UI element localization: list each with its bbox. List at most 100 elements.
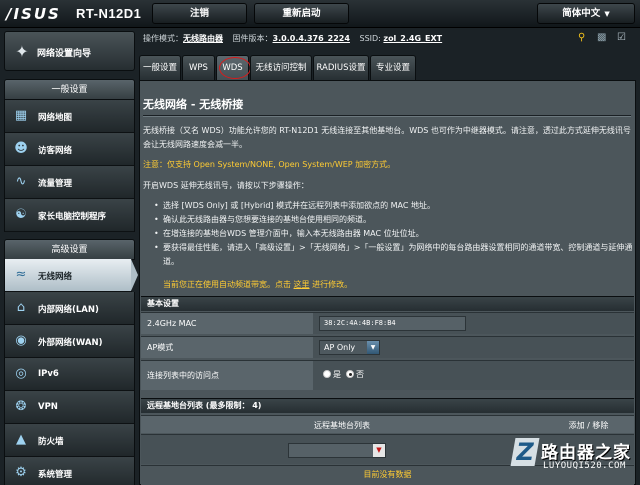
notice-link[interactable]: 这里 bbox=[294, 280, 310, 289]
operation-mode-link[interactable]: 无线路由器 bbox=[183, 34, 223, 43]
traffic-manager-icon: ∿ bbox=[15, 174, 27, 189]
sidebar-item-wan[interactable]: ◉ 外部网络(WAN) bbox=[4, 325, 135, 358]
chevron-down-icon: ▼ bbox=[604, 10, 610, 18]
operation-mode-label: 操作模式： bbox=[143, 34, 183, 43]
title-divider-highlight bbox=[143, 116, 631, 117]
general-group-title: 一般设置 bbox=[4, 79, 135, 100]
notice-prefix: 当前您正在使用自动频道带宽。点击 bbox=[163, 280, 291, 289]
lan-icon: ⌂ bbox=[16, 300, 26, 315]
parental-control-icon: ☯ bbox=[15, 207, 27, 222]
radio-dot-selected bbox=[346, 370, 354, 378]
reboot-button[interactable]: 重新启动 bbox=[254, 3, 349, 24]
sidebar-item-administration[interactable]: ⚙ 系统管理 bbox=[4, 457, 135, 485]
sidebar-item-label: 内部网络(LAN) bbox=[38, 305, 99, 315]
tab-radius[interactable]: RADIUS设置 bbox=[313, 55, 369, 80]
quick-setup-button[interactable]: ✦ 网络设置向导 bbox=[4, 31, 135, 71]
radio-dot bbox=[323, 370, 331, 378]
sidebar-item-label: 流量管理 bbox=[38, 179, 73, 189]
vpn-icon: ❂ bbox=[15, 399, 27, 414]
connect-list-label: 连接列表中的访问点 bbox=[141, 361, 313, 390]
steps-intro: 开启WDS 延伸无线讯号，请按以下步骤操作： bbox=[143, 181, 309, 190]
wan-icon: ◉ bbox=[15, 333, 27, 348]
status-bar: 操作模式：无线路由器 固件版本：3.0.0.4.376_2224 SSID: z… bbox=[143, 33, 633, 47]
ssid-link[interactable]: zol_2.4G_EXT bbox=[383, 34, 442, 43]
connect-no-label: 否 bbox=[356, 370, 364, 379]
mac-label: 2.4GHz MAC bbox=[141, 313, 313, 334]
sidebar-item-lan[interactable]: ⌂ 内部网络(LAN) bbox=[4, 292, 135, 325]
sidebar-item-label: IPv6 bbox=[38, 369, 59, 379]
active-indicator-arrow bbox=[131, 259, 138, 291]
ssid-label: SSID: bbox=[359, 34, 381, 43]
watermark-logo: Z bbox=[510, 438, 540, 466]
logout-button[interactable]: 注销 bbox=[152, 3, 247, 24]
administration-icon: ⚙ bbox=[15, 465, 27, 480]
list-item: 在增连接的基地台WDS 管理介面中，输入本无线路由器 MAC 位址位址。 bbox=[154, 227, 633, 241]
firewall-icon: ▲ bbox=[16, 432, 26, 447]
network-map-icon: ▦ bbox=[14, 108, 28, 123]
column-remote-list: 远程基地台列表 bbox=[314, 421, 370, 430]
sidebar-item-vpn[interactable]: ❂ VPN bbox=[4, 391, 135, 424]
basic-settings-header: 基本设置 bbox=[141, 296, 634, 311]
wand-icon: ✦ bbox=[15, 42, 29, 61]
list-item: 要获得最佳性能，请进入「高级设置」>「无线网络」>「一般设置」为网络中的每台路由… bbox=[154, 241, 633, 269]
sidebar-item-traffic-manager[interactable]: ∿ 流量管理 bbox=[4, 166, 135, 199]
usb-status-icon[interactable]: ☑ bbox=[617, 32, 626, 43]
remote-list-header: 远程基地台列表 (最多限制： 4) bbox=[141, 398, 634, 413]
sidebar-item-ipv6[interactable]: ◎ IPv6 bbox=[4, 358, 135, 391]
wps-status-icon[interactable]: ⚲ bbox=[578, 32, 585, 43]
ap-mode-value-cell: AP Only ▼ bbox=[313, 337, 634, 358]
top-bar: /ISUS RT-N12D1 注销 重新启动 简体中文 ▼ bbox=[0, 0, 640, 28]
chevron-down-icon[interactable]: ▼ bbox=[373, 444, 385, 457]
sidebar-item-label: VPN bbox=[38, 402, 58, 412]
tab-wps[interactable]: WPS bbox=[182, 55, 215, 80]
tab-access-control[interactable]: 无线访问控制 bbox=[250, 55, 312, 80]
mac-value-cell: 38:2C:4A:4B:F8:B4 bbox=[313, 313, 634, 334]
sidebar-item-firewall[interactable]: ▲ 防火墙 bbox=[4, 424, 135, 457]
site-watermark: Z 路由器之家 LUYOUQI520.COM bbox=[510, 436, 637, 482]
firmware-label: 固件版本： bbox=[232, 34, 273, 43]
ap-mode-row: AP模式 AP Only ▼ bbox=[141, 336, 634, 358]
tab-professional[interactable]: 专业设置 bbox=[370, 55, 416, 80]
list-item: 确认此无线路由器与您想要连接的基地台使用相同的频道。 bbox=[154, 213, 633, 227]
connect-list-value-cell: 是 否 bbox=[313, 361, 634, 390]
encryption-note: 注意：仅支持 Open System/NONE, Open System/WEP… bbox=[143, 160, 396, 169]
quick-setup-label: 网络设置向导 bbox=[37, 49, 92, 59]
sidebar-item-network-map[interactable]: ▦ 网络地图 bbox=[4, 100, 135, 133]
router-model: RT-N12D1 bbox=[76, 6, 142, 21]
advanced-group-title: 高级设置 bbox=[4, 239, 135, 260]
page-title: 无线网络 - 无线桥接 bbox=[143, 98, 244, 111]
sidebar-item-label: 家长电脑控制程序 bbox=[38, 212, 107, 222]
connect-yes-radio[interactable]: 是 bbox=[323, 369, 341, 380]
channel-bandwidth-notice: 当前您正在使用自动频道带宽。点击 这里 进行修改。 bbox=[163, 279, 352, 290]
client-status-icon[interactable]: ▩ bbox=[597, 32, 606, 43]
sidebar-item-label: 防火墙 bbox=[38, 437, 64, 447]
connect-list-row: 连接列表中的访问点 是 否 bbox=[141, 360, 634, 390]
mac-row: 2.4GHz MAC 38:2C:4A:4B:F8:B4 bbox=[141, 312, 634, 334]
tab-wds[interactable]: WDS bbox=[216, 55, 251, 80]
wds-highlight-circle bbox=[219, 57, 251, 79]
firmware-link[interactable]: 3.0.0.4.376_2224 bbox=[273, 34, 350, 43]
mac-address-field: 38:2C:4A:4B:F8:B4 bbox=[319, 316, 466, 331]
sidebar-item-parental-control[interactable]: ☯ 家长电脑控制程序 bbox=[4, 199, 135, 232]
ap-mode-value: AP Only bbox=[324, 343, 356, 352]
sidebar-item-wireless[interactable]: ≈ 无线网络 bbox=[4, 259, 132, 292]
description-text: 无线桥接（又名 WDS）功能允许您的 RT-N12D1 无线连接至其他基地台。W… bbox=[143, 126, 631, 149]
sidebar-item-label: 外部网络(WAN) bbox=[38, 338, 103, 348]
ipv6-icon: ◎ bbox=[15, 366, 27, 381]
tab-general[interactable]: 一般设置 bbox=[139, 55, 181, 80]
sidebar-item-label: 网络地图 bbox=[38, 113, 73, 123]
language-select[interactable]: 简体中文 ▼ bbox=[537, 3, 635, 24]
status-icons: ⚲ ▩ ☑ bbox=[575, 32, 635, 46]
chevron-down-icon: ▼ bbox=[367, 341, 379, 354]
connect-no-radio[interactable]: 否 bbox=[346, 369, 364, 380]
sidebar-item-guest-network[interactable]: ☻ 访客网络 bbox=[4, 133, 135, 166]
remote-list-columns: 远程基地台列表 添加 / 移除 bbox=[141, 415, 634, 433]
guest-network-icon: ☻ bbox=[14, 141, 28, 156]
connect-yes-label: 是 bbox=[333, 370, 341, 379]
sidebar-item-label: 无线网络 bbox=[38, 272, 73, 282]
notice-suffix: 进行修改。 bbox=[312, 280, 353, 289]
steps-list: 选择 [WDS Only] 或 [Hybrid] 模式并在远程列表中添加欲点的 … bbox=[154, 199, 633, 269]
ap-mode-select[interactable]: AP Only ▼ bbox=[319, 340, 380, 355]
list-item: 选择 [WDS Only] 或 [Hybrid] 模式并在远程列表中添加欲点的 … bbox=[154, 199, 633, 213]
remote-ap-combobox[interactable]: ▼ bbox=[288, 443, 386, 458]
